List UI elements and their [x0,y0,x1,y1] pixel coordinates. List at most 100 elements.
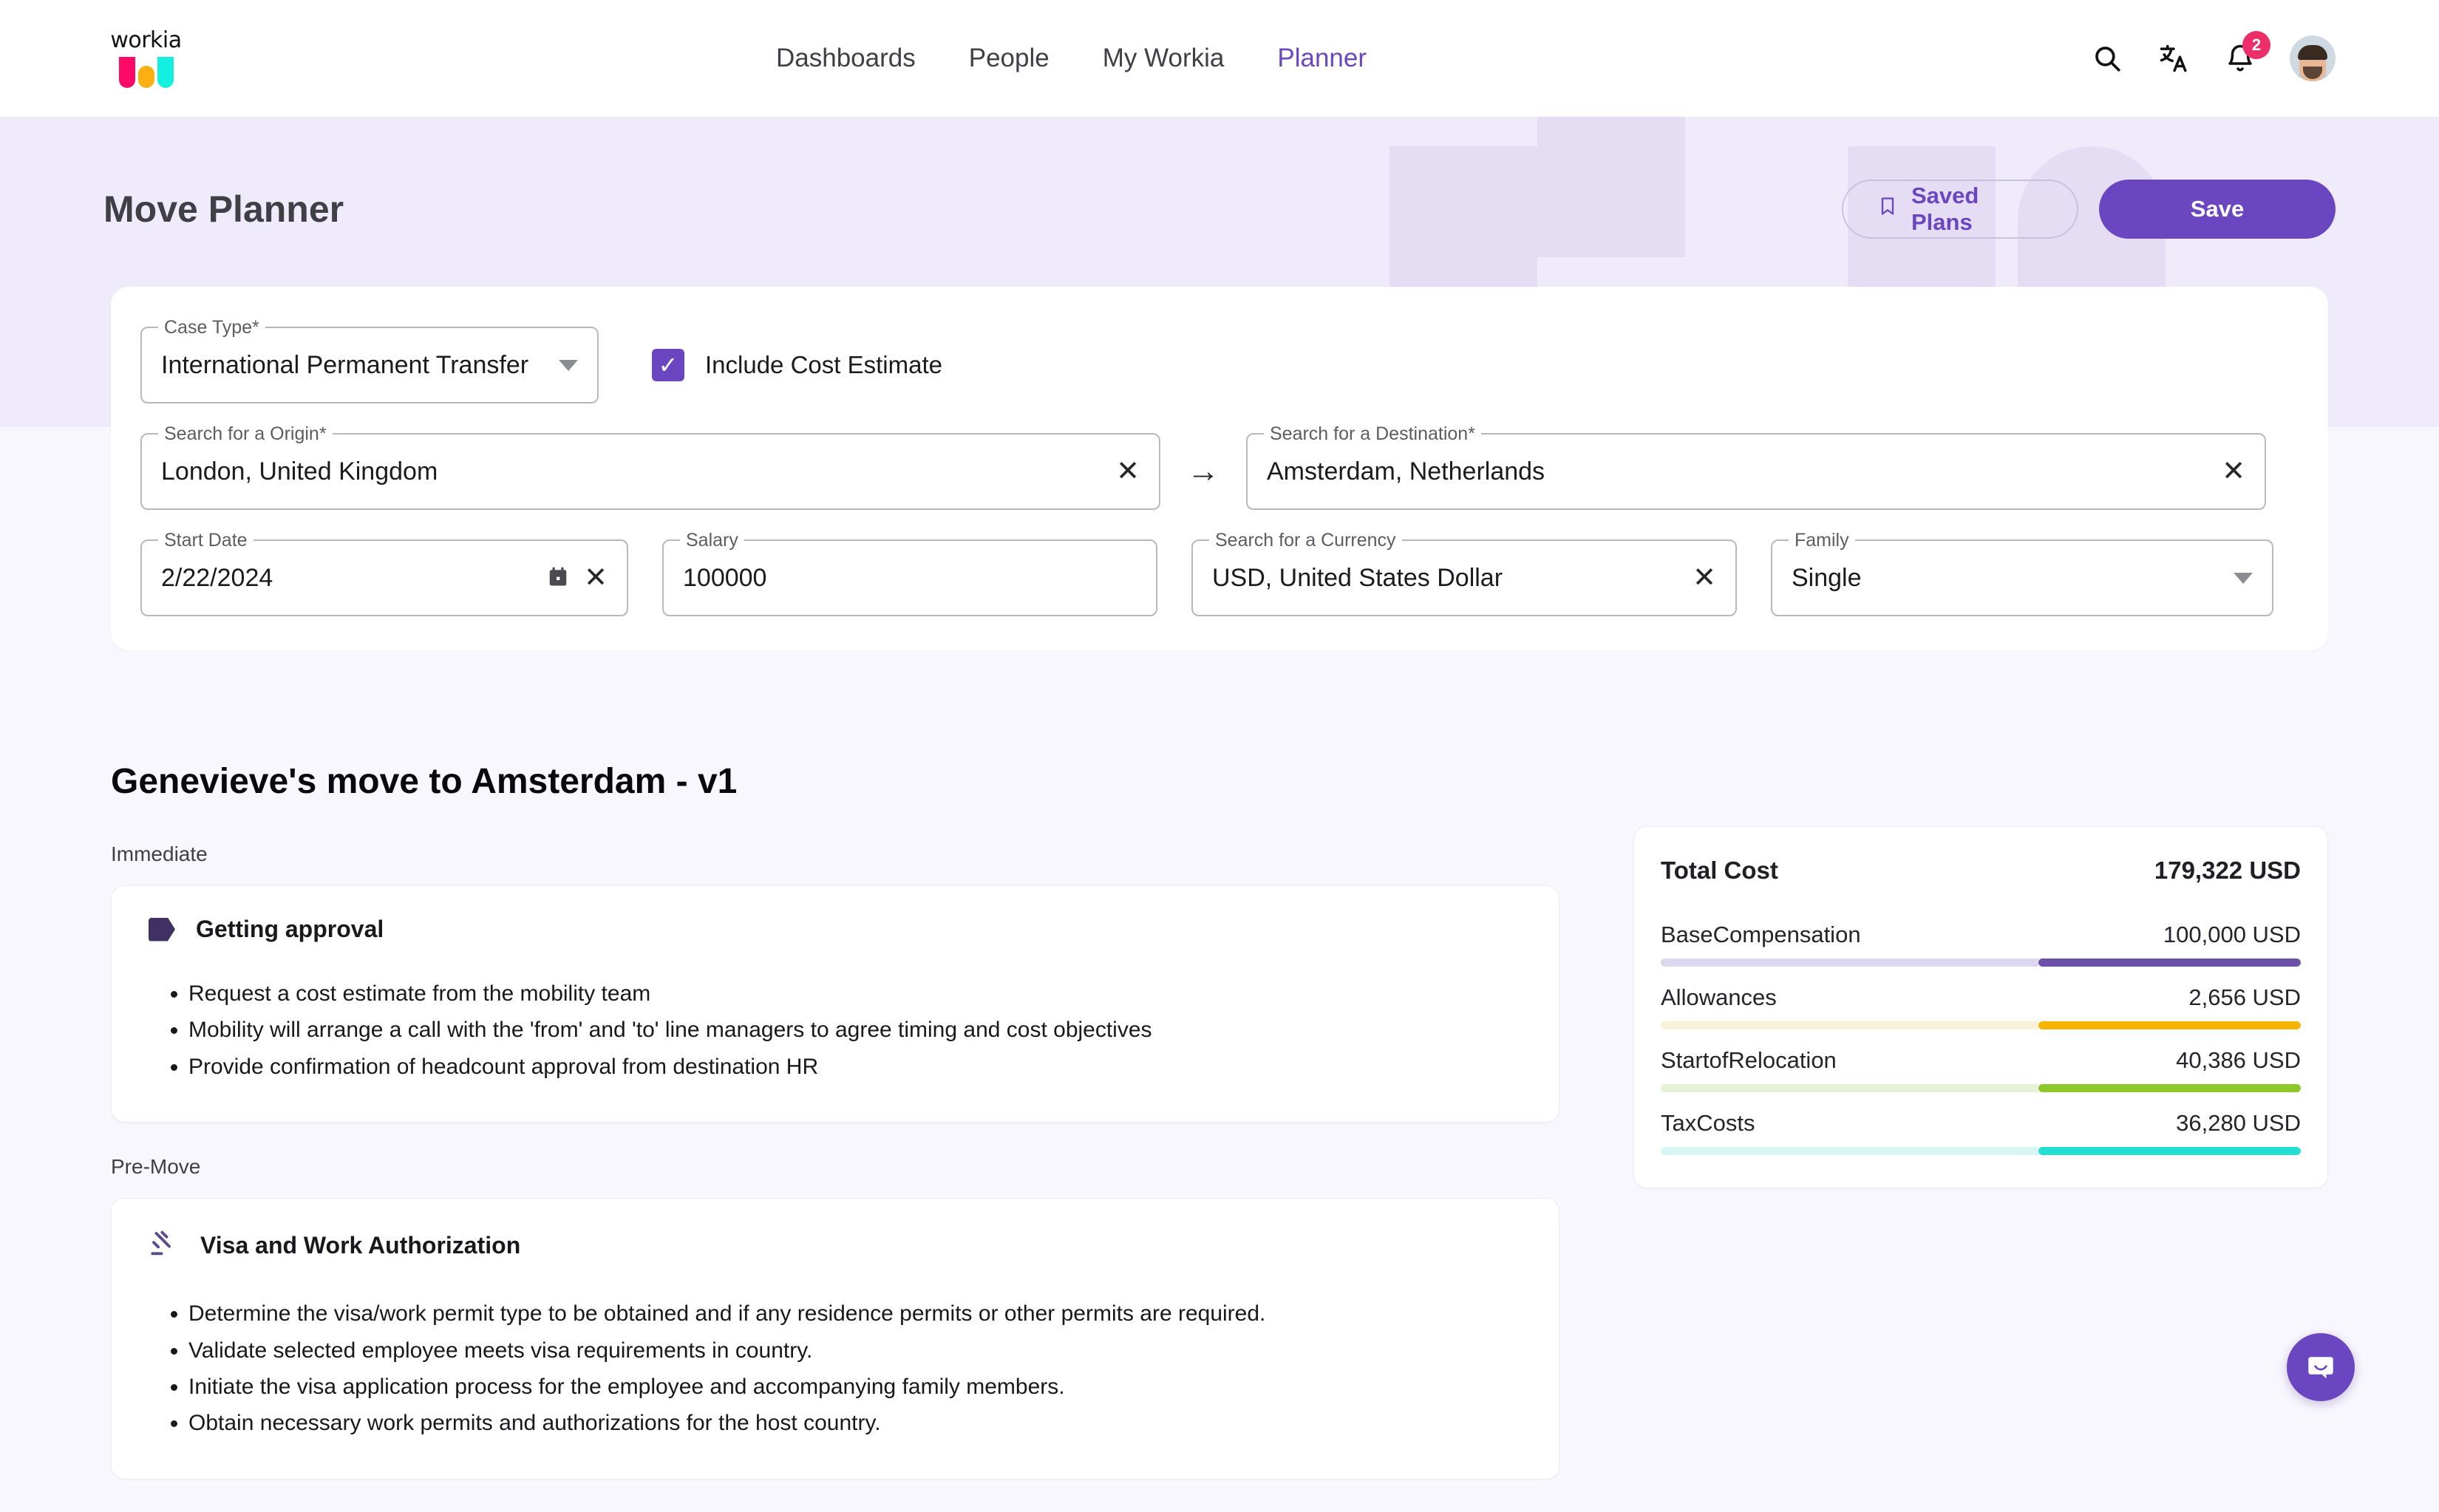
destination-label: Search for a Destination* [1264,423,1481,445]
case-type-select[interactable]: Case Type* International Permanent Trans… [140,327,599,403]
nav-item-planner[interactable]: Planner [1277,44,1367,73]
task-list: Request a cost estimate from the mobilit… [149,980,1522,1081]
destination-value: Amsterdam, Netherlands [1267,457,2222,486]
clear-start-date-icon[interactable]: ✕ [584,564,608,592]
section-label-immediate: Immediate [111,842,1559,866]
list-item: Provide confirmation of headcount approv… [188,1053,1522,1081]
plan-title: Genevieve's move to Amsterdam - v1 [111,761,737,802]
cost-row: TaxCosts 36,280 USD [1661,1110,2301,1155]
cost-row-bar-track [1661,958,2038,967]
clear-destination-icon[interactable]: ✕ [2222,457,2245,486]
family-select[interactable]: Family Single [1771,539,2273,616]
list-item: Obtain necessary work permits and author… [188,1409,1522,1437]
task-card-title: Visa and Work Authorization [200,1232,520,1259]
plan-section-pre-move: Pre-Move Visa and Work Authorization Det… [111,1155,1559,1479]
total-cost-row: Total Cost 179,322 USD [1661,857,2301,904]
top-bar-actions: 2 [2090,35,2336,81]
calendar-icon[interactable] [547,565,569,592]
cost-row-label: Allowances [1661,984,1777,1011]
logo-mark [103,57,188,88]
save-label: Save [2191,196,2244,222]
logo-bar-cyan [157,57,174,88]
cost-row-bar-track [1661,1084,2038,1092]
origin-label: Search for a Origin* [158,423,333,445]
clear-currency-icon[interactable]: ✕ [1693,564,1716,592]
workia-logo[interactable]: workia [103,30,188,88]
saved-plans-button[interactable]: Saved Plans [1842,180,2078,239]
total-cost-label: Total Cost [1661,857,1778,885]
cost-row-value: 2,656 USD [2188,984,2301,1011]
origin-value: London, United Kingdom [161,457,1116,486]
cost-breakdown-list: BaseCompensation100,000 USD Allowances 2,6… [1661,922,2301,1155]
gavel-icon [149,1228,180,1263]
cost-summary-card: Total Cost 179,322 USD BaseCompensation1… [1633,826,2328,1188]
currency-value: USD, United States Dollar [1212,564,1693,593]
chevron-down-icon[interactable] [559,360,578,371]
chevron-down-icon[interactable] [2234,573,2253,584]
tag-icon [149,918,175,941]
section-label-pre-move: Pre-Move [111,1155,1559,1179]
logo-wordmark: workia [103,30,188,52]
cost-row: Allowances 2,656 USD [1661,984,2301,1029]
start-date-value: 2/22/2024 [161,564,547,593]
cost-row-bar [1661,1021,2301,1029]
translate-icon[interactable] [2157,41,2191,75]
cost-row-bar [1661,1147,2301,1155]
checkbox-check-icon: ✓ [652,349,684,381]
case-type-value: International Permanent Transfer [161,351,559,380]
clear-origin-icon[interactable]: ✕ [1116,457,1140,486]
currency-input[interactable]: Search for a Currency USD, United States… [1191,539,1737,616]
list-item: Initiate the visa application process fo… [188,1373,1522,1401]
family-label: Family [1789,530,1855,551]
salary-value: 100000 [683,564,1137,593]
list-item: Validate selected employee meets visa re… [188,1337,1522,1365]
cost-row-bar-fill [2038,1147,2301,1155]
task-card-visa-and-work-authorization[interactable]: Visa and Work Authorization Determine th… [111,1198,1559,1479]
list-item: Request a cost estimate from the mobilit… [188,980,1522,1008]
cost-row-value: 36,280 USD [2176,1110,2301,1137]
list-item: Determine the visa/work permit type to b… [188,1300,1522,1328]
case-type-label: Case Type* [158,317,265,338]
move-planner-form: Case Type* International Permanent Trans… [111,287,2328,650]
salary-label: Salary [680,530,744,551]
chat-bubble-icon[interactable] [2287,1333,2355,1401]
cost-row-bar-track [1661,1021,2038,1029]
plan-sections: Immediate Getting approval Request a cos… [111,842,1559,1512]
currency-label: Search for a Currency [1209,530,1402,551]
family-value: Single [1792,564,2234,593]
nav-item-people[interactable]: People [969,44,1050,73]
total-cost-value: 179,322 USD [2154,857,2301,885]
avatar[interactable] [2290,35,2336,81]
cost-row-bar-track [1661,1147,2038,1155]
task-list: Determine the visa/work permit type to b… [149,1300,1522,1438]
include-cost-estimate-checkbox[interactable]: ✓ Include Cost Estimate [652,349,942,381]
search-icon[interactable] [2090,41,2124,75]
nav-item-my-workia[interactable]: My Workia [1103,44,1225,73]
start-date-input[interactable]: Start Date 2/22/2024 ✕ [140,539,628,616]
cost-row-value: 40,386 USD [2176,1047,2301,1074]
saved-plans-label: Saved Plans [1911,183,2043,236]
origin-input[interactable]: Search for a Origin* London, United King… [140,433,1160,510]
notification-badge: 2 [2242,31,2270,59]
start-date-label: Start Date [158,530,254,551]
include-cost-estimate-label: Include Cost Estimate [705,351,942,379]
cost-row-bar [1661,958,2301,967]
destination-input[interactable]: Search for a Destination* Amsterdam, Net… [1246,433,2266,510]
cost-row-label: TaxCosts [1661,1110,1755,1137]
cost-row-label: StartofRelocation [1661,1047,1837,1074]
bell-icon[interactable]: 2 [2223,41,2257,75]
plan-section-immediate: Immediate Getting approval Request a cos… [111,842,1559,1123]
cost-row-bar-fill [2038,1084,2301,1092]
cost-row: BaseCompensation100,000 USD [1661,922,2301,967]
logo-bar-pink [119,57,135,88]
nav-item-dashboards[interactable]: Dashboards [776,44,916,73]
task-card-getting-approval[interactable]: Getting approval Request a cost estimate… [111,885,1559,1123]
top-navigation-bar: workia Dashboards People My Workia Plann… [0,0,2439,117]
page-title: Move Planner [103,188,344,231]
bookmark-icon [1877,196,1898,222]
cost-row-label: BaseCompensation [1661,922,1861,948]
cost-row: StartofRelocation 40,386 USD [1661,1047,2301,1092]
save-button[interactable]: Save [2099,180,2336,239]
cost-row-bar-fill [2038,958,2301,967]
salary-input[interactable]: Salary 100000 [662,539,1157,616]
